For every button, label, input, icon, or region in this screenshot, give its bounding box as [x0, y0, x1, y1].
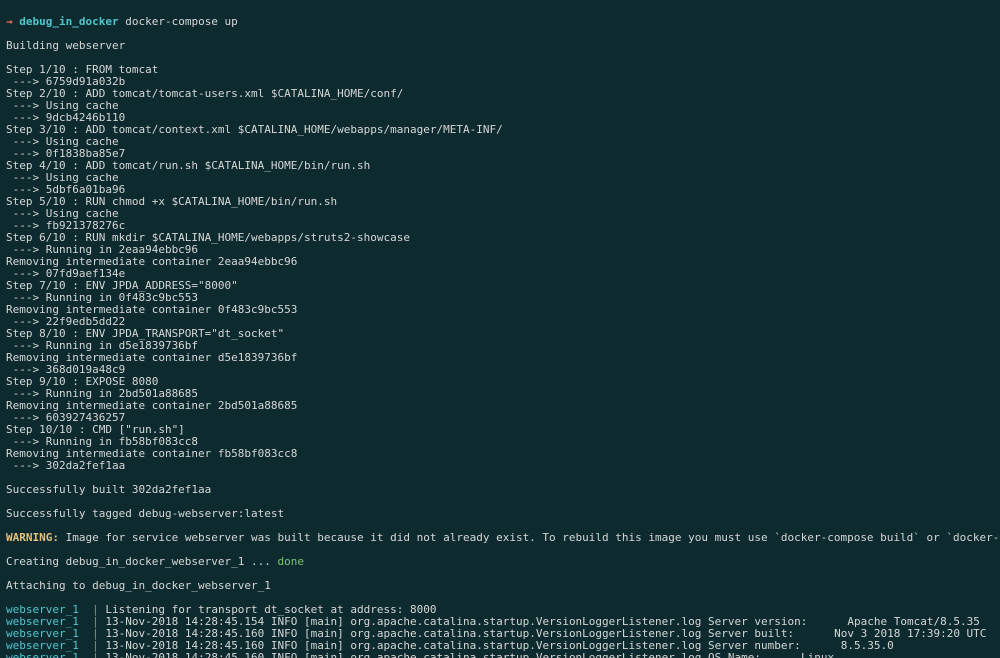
prompt-command: docker-compose up: [125, 15, 238, 28]
log-message: 13-Nov-2018 14:28:45.160 INFO [main] org…: [105, 652, 761, 658]
build-step-line: Removing intermediate container fb58bf08…: [6, 448, 994, 460]
creating-line: Creating debug_in_docker_webserver_1 ...…: [6, 556, 994, 568]
warning-label: WARNING:: [6, 531, 59, 544]
build-steps: Step 1/10 : FROM tomcat ---> 6759d91a032…: [6, 64, 994, 472]
creating-done: done: [278, 555, 305, 568]
attaching-line: Attaching to debug_in_docker_webserver_1: [6, 580, 994, 592]
build-step-line: Removing intermediate container d5e18397…: [6, 352, 994, 364]
prompt-line: → debug_in_docker docker-compose up: [6, 16, 994, 28]
prompt-working-dir: debug_in_docker: [19, 15, 118, 28]
build-step-line: ---> Using cache: [6, 172, 994, 184]
log-line: webserver_1 | 13-Nov-2018 14:28:45.160 I…: [6, 652, 994, 658]
terminal-output[interactable]: → debug_in_docker docker-compose up Buil…: [0, 0, 1000, 658]
build-step-line: Removing intermediate container 2bd501a8…: [6, 400, 994, 412]
build-step-header: Step 3/10 : ADD tomcat/context.xml $CATA…: [6, 124, 994, 136]
build-step-line: ---> Using cache: [6, 136, 994, 148]
success-built: Successfully built 302da2fef1aa: [6, 484, 994, 496]
build-step-line: Removing intermediate container 0f483c9b…: [6, 304, 994, 316]
warning-text: Image for service webserver was built be…: [59, 531, 1000, 544]
build-step-header: Step 1/10 : FROM tomcat: [6, 64, 994, 76]
build-step-line: ---> Using cache: [6, 100, 994, 112]
build-step-header: Step 4/10 : ADD tomcat/run.sh $CATALINA_…: [6, 160, 994, 172]
success-tagged: Successfully tagged debug-webserver:late…: [6, 508, 994, 520]
prompt-arrow-icon: →: [6, 15, 13, 28]
build-step-line: ---> 302da2fef1aa: [6, 460, 994, 472]
build-step-header: Step 5/10 : RUN chmod +x $CATALINA_HOME/…: [6, 196, 994, 208]
build-step-line: Removing intermediate container 2eaa94eb…: [6, 256, 994, 268]
service-logs: webserver_1 | Listening for transport dt…: [6, 604, 994, 658]
build-header: Building webserver: [6, 40, 994, 52]
service-label: webserver_1: [6, 652, 79, 658]
build-step-line: ---> Using cache: [6, 208, 994, 220]
build-step-header: Step 2/10 : ADD tomcat/tomcat-users.xml …: [6, 88, 994, 100]
warning-line: WARNING: Image for service webserver was…: [6, 532, 994, 544]
creating-prefix: Creating debug_in_docker_webserver_1 ...: [6, 555, 278, 568]
log-value: Linux: [761, 652, 834, 658]
service-separator: |: [79, 652, 106, 658]
